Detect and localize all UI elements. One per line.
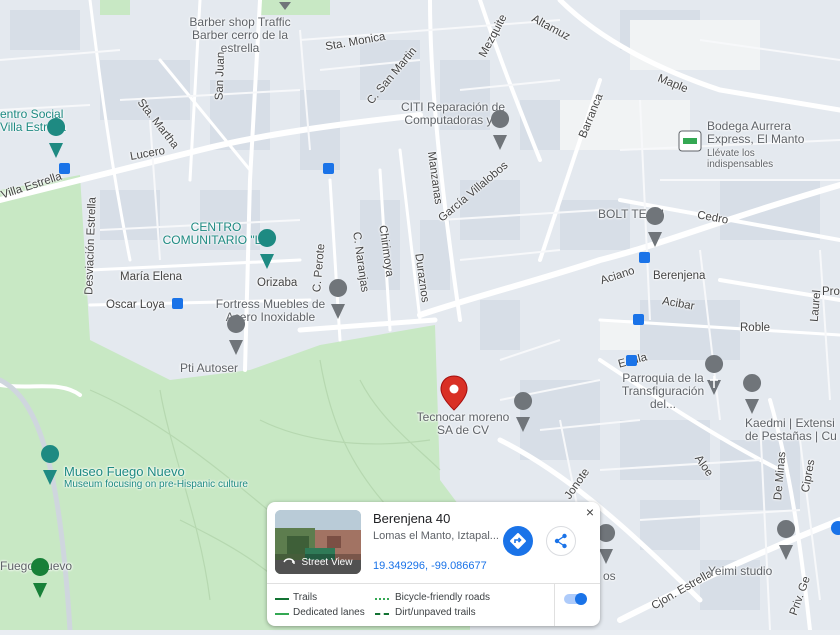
store-icon: [678, 130, 702, 152]
location-address: Lomas el Manto, Iztapal...: [373, 530, 499, 542]
pin-icon: [47, 118, 66, 158]
pin-icon: [743, 374, 762, 414]
pin-icon: [279, 0, 291, 10]
legend-bicycle-friendly: Bicycle-friendly roads: [395, 592, 491, 603]
bike-layer-toggle[interactable]: [563, 592, 589, 606]
grey-pin-icons: [227, 0, 796, 564]
directions-button[interactable]: [503, 526, 533, 556]
directions-icon: [510, 533, 526, 549]
legend-separator: [554, 584, 555, 626]
bicycle-friendly-swatch: [375, 598, 389, 600]
pin-icon: [646, 207, 665, 247]
dirt-trails-swatch: [375, 613, 389, 615]
location-title: Berenjena 40: [373, 511, 451, 526]
location-coordinates[interactable]: 19.349296, -99.086677: [373, 560, 487, 572]
legend-trails: Trails: [293, 592, 318, 603]
bus-stop-icon: [633, 314, 644, 325]
dedicated-lanes-swatch: [275, 613, 289, 615]
pin-icon: [41, 445, 60, 485]
pin-icon: [227, 315, 246, 355]
pin-icon: [777, 520, 796, 560]
share-button[interactable]: [546, 526, 576, 556]
pin-icon: [705, 355, 724, 395]
legend-dirt-trails: Dirt/unpaved trails: [395, 607, 476, 618]
pin-icon: [329, 279, 348, 319]
legend-dedicated-lanes: Dedicated lanes: [293, 607, 365, 618]
selected-location-pin-icon: [440, 375, 468, 411]
pin-icon: [514, 392, 533, 432]
pin-icon: [258, 229, 277, 269]
close-button[interactable]: ×: [583, 505, 597, 519]
card-divider: [267, 583, 600, 584]
location-info-card: Street View Berenjena 40 Lomas el Manto,…: [267, 502, 600, 626]
bus-stop-icon: [59, 163, 70, 174]
street-view-thumbnail[interactable]: Street View: [275, 510, 361, 574]
bus-stop-icon: [172, 298, 183, 309]
pin-icon: [491, 110, 510, 150]
bus-stop-icon: [639, 252, 650, 263]
pin-icon: [31, 558, 50, 598]
edge-pin-icon: [831, 521, 840, 535]
bus-stop-icon: [323, 163, 334, 174]
share-icon: [554, 533, 567, 549]
street-view-label: Street View: [301, 557, 353, 568]
trails-swatch: [275, 598, 289, 600]
bus-stop-icon: [626, 355, 637, 366]
